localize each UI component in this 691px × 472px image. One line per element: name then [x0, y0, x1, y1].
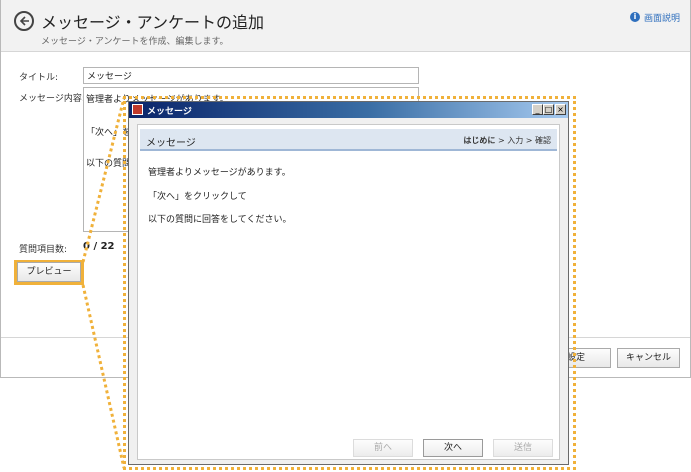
callout-line-bottom [81, 284, 126, 469]
callout-line-top [81, 97, 126, 263]
close-icon[interactable]: × [555, 104, 566, 115]
popup-body: メッセージ はじめに > 入力 > 確認 管理者よりメッセージがあります。 「次… [137, 124, 560, 460]
popup-header: メッセージ はじめに > 入力 > 確認 [140, 129, 557, 151]
minimize-icon[interactable]: _ [532, 104, 543, 115]
prev-button[interactable]: 前へ [353, 439, 413, 457]
next-button[interactable]: 次へ [423, 439, 483, 457]
popup-message-line: 「次へ」をクリックして [148, 192, 247, 202]
step-indicator: はじめに > 入力 > 確認 [463, 135, 551, 146]
app-icon [132, 104, 143, 115]
maximize-icon[interactable]: □ [543, 104, 554, 115]
popup-message-line: 管理者よりメッセージがあります。 [148, 168, 291, 178]
remaining-steps: > 入力 > 確認 [495, 136, 551, 145]
preview-popup-window: メッセージ _ □ × メッセージ はじめに > 入力 > 確認 管理者よりメッ… [128, 101, 569, 465]
popup-section-title: メッセージ [146, 138, 196, 149]
popup-titlebar[interactable]: メッセージ _ □ × [129, 102, 568, 118]
current-step: はじめに [463, 136, 496, 145]
send-button[interactable]: 送信 [493, 439, 553, 457]
popup-message-line: 以下の質問に回答をしてください。 [148, 215, 292, 225]
popup-window-title: メッセージ [147, 107, 192, 117]
